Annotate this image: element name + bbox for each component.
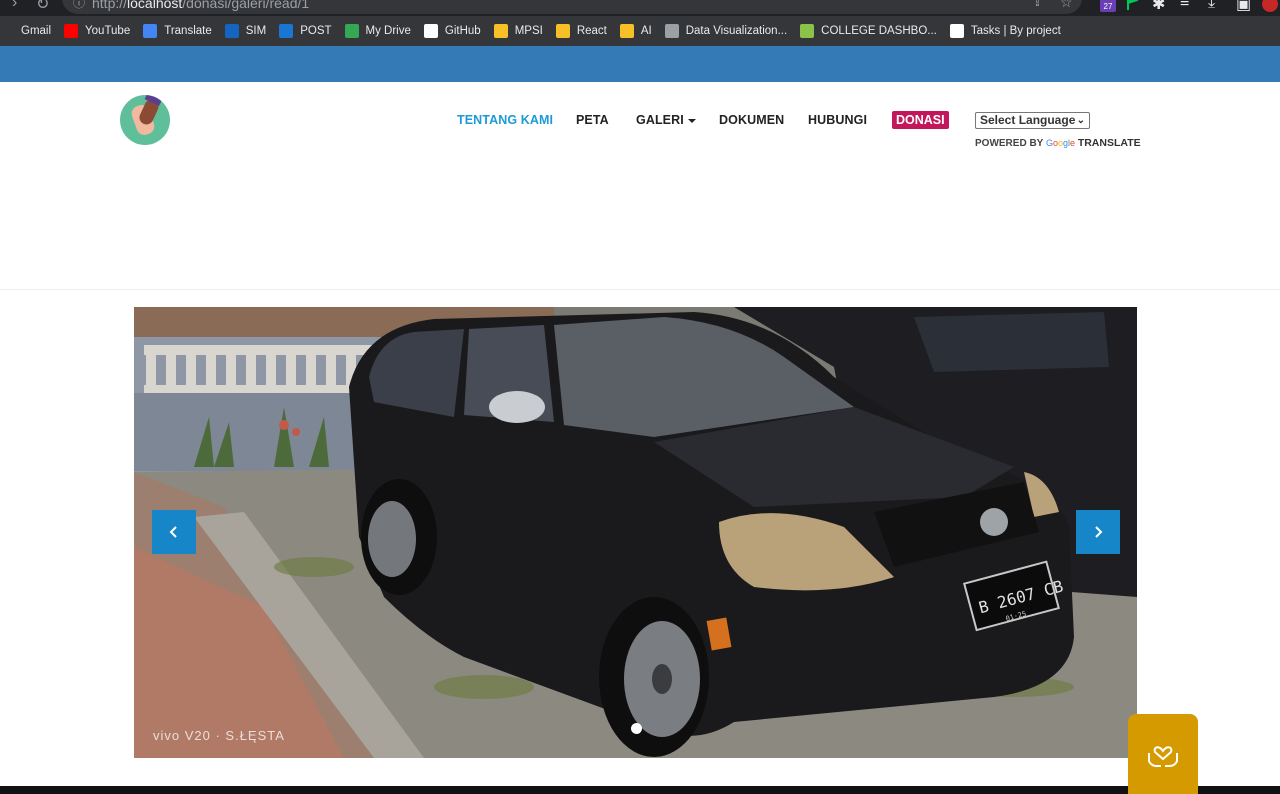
bookmark-label: Tasks | By project <box>970 25 1061 37</box>
nav-galeri[interactable]: GALERI <box>636 113 696 127</box>
github-icon <box>423 24 438 38</box>
forward-icon[interactable]: › <box>12 0 17 12</box>
sim-icon <box>224 24 239 38</box>
nav-dokumen[interactable]: DOKUMEN <box>719 113 784 127</box>
carousel-indicator-dot[interactable] <box>631 723 642 734</box>
gmail-icon <box>0 24 14 38</box>
post-icon <box>279 24 294 38</box>
nav-hubungi[interactable]: HUBUNGI <box>808 113 867 127</box>
bookmark-item[interactable]: YouTube <box>64 24 130 38</box>
bookmark-label: AI <box>640 25 652 37</box>
hands-heart-icon <box>1148 746 1178 767</box>
bookmark-label: Gmail <box>21 25 52 37</box>
bookmark-label: Translate <box>164 25 212 37</box>
nav-peta[interactable]: PETA <box>576 113 609 127</box>
reload-icon[interactable]: ↻ <box>36 0 49 14</box>
nav-tentang-kami[interactable]: TENTANG KAMI <box>457 113 553 127</box>
nav-galeri-label: GALERI <box>636 113 684 127</box>
bookmark-item[interactable]: My Drive <box>344 24 411 38</box>
bookmark-label: YouTube <box>85 25 131 37</box>
notion-icon <box>949 24 964 38</box>
footer-edge <box>0 786 1280 794</box>
bookmark-item[interactable]: MPSI <box>493 24 543 38</box>
bookmark-item[interactable]: AI <box>619 24 652 38</box>
bookmark-star-icon[interactable]: ☆ <box>1060 0 1073 11</box>
donate-help-button[interactable] <box>1128 714 1198 794</box>
translate-icon <box>143 24 158 38</box>
donate-button[interactable]: DONASI <box>892 111 949 129</box>
youtube-icon <box>64 24 79 38</box>
url-text[interactable]: http://localhost/donasi/galeri/read/1 <box>92 0 309 11</box>
site-header: TENTANG KAMI PETA GALERI DOKUMEN HUBUNGI… <box>0 82 1280 290</box>
language-select[interactable]: Select Language ⌄ <box>975 112 1090 129</box>
bookmark-label: COLLEGE DASHBO... <box>821 25 937 37</box>
extensions-puzzle-icon[interactable]: ✱ <box>1152 0 1165 14</box>
caret-down-icon <box>687 118 696 123</box>
media-control-icon[interactable]: ≡ <box>1180 0 1189 12</box>
bookmark-item[interactable]: Tasks | By project <box>949 24 1061 38</box>
download-icon[interactable]: ⤓ <box>1208 0 1215 12</box>
bookmark-item[interactable]: Gmail <box>0 24 51 38</box>
top-accent-strip <box>0 46 1280 82</box>
google-translate-credit: POWERED BY Google TRANSLATE <box>975 137 1141 149</box>
chevron-right-icon <box>1095 526 1103 538</box>
share-icon[interactable]: ⇪ <box>1032 0 1043 10</box>
browser-toolbar: › ↻ ⓘ http://localhost/donasi/galeri/rea… <box>0 0 1280 16</box>
bookmark-label: React <box>576 25 607 37</box>
bookmark-item[interactable]: Translate <box>143 24 212 38</box>
bookmark-label: Data Visualization... <box>685 25 788 37</box>
sidepanel-icon[interactable]: ▣ <box>1236 0 1251 14</box>
bookmark-label: GitHub <box>444 25 481 37</box>
site-info-icon[interactable]: ⓘ <box>73 0 85 11</box>
carousel-next-button[interactable] <box>1076 510 1120 554</box>
bookmark-item[interactable]: POST <box>279 24 332 38</box>
flag-extension-icon[interactable] <box>1126 0 1142 12</box>
bookmark-label: MPSI <box>514 25 543 37</box>
globe-icon <box>664 24 679 38</box>
bookmark-label: POST <box>300 25 332 37</box>
bookmark-item[interactable]: GitHub <box>423 24 481 38</box>
profile-avatar[interactable] <box>1262 0 1278 12</box>
folder-icon <box>555 24 570 38</box>
car-photo: B 2607 CB 01·25 <box>134 307 1137 758</box>
photo-watermark: vivo V20 · S.ŁĘSTA <box>153 728 285 743</box>
bookmark-item[interactable]: SIM <box>224 24 267 38</box>
gallery-carousel: B 2607 CB 01·25 vivo V20 · S.ŁĘSTA <box>134 307 1137 758</box>
bookmark-item[interactable]: Data Visualization... <box>664 24 788 38</box>
chevron-left-icon <box>169 526 177 538</box>
bookmark-label: My Drive <box>365 25 411 37</box>
bookmark-label: SIM <box>245 25 267 37</box>
dashboard-icon <box>800 24 815 38</box>
drive-icon <box>344 24 359 38</box>
carousel-prev-button[interactable] <box>152 510 196 554</box>
bookmarks-bar: Gmail YouTube Translate SIM POST My Drive GitH… <box>0 16 1280 46</box>
chevron-down-icon: ⌄ <box>1076 115 1085 126</box>
bookmark-item[interactable]: COLLEGE DASHBO... <box>800 24 937 38</box>
language-select-label: Select Language <box>980 113 1076 127</box>
google-wordmark[interactable]: Google <box>1046 138 1075 148</box>
extension-badge-icon[interactable]: 27 <box>1100 0 1116 12</box>
bookmark-item[interactable]: React <box>555 24 607 38</box>
folder-icon <box>619 24 634 38</box>
folder-icon <box>493 24 508 38</box>
